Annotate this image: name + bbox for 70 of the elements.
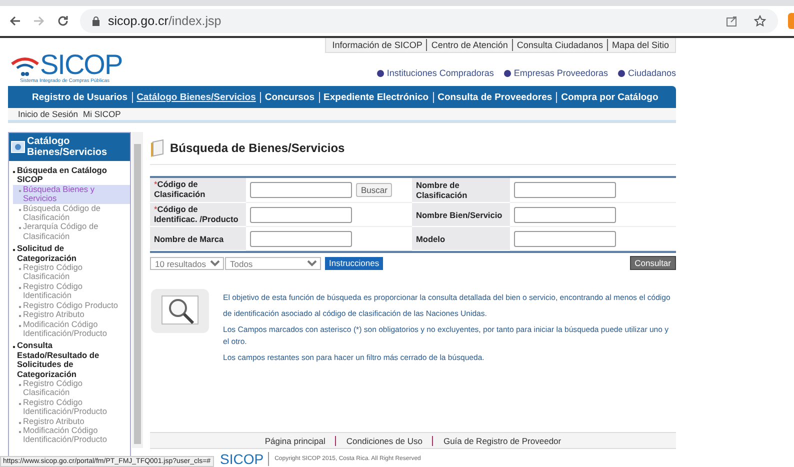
sidebar-section[interactable]: Búsqueda en Catálogo SICOP <box>17 166 117 185</box>
top-link[interactable]: Mapa del Sitio <box>606 39 673 51</box>
back-icon[interactable] <box>8 14 22 28</box>
page-title: Búsqueda de Bienes/Servicios <box>170 141 345 155</box>
bullet-icon <box>376 70 384 76</box>
extension-icon[interactable] <box>788 13 794 29</box>
nav-tab[interactable]: Consulta de Proveedores <box>432 92 556 102</box>
catalog-icon <box>11 141 25 153</box>
input-field[interactable] <box>514 182 616 198</box>
sub-link[interactable]: Mi SICOP <box>83 108 121 120</box>
sicop-logo: SICOP <box>220 452 269 466</box>
input-field[interactable] <box>250 230 352 246</box>
footer-link[interactable]: Condiciones de Uso <box>335 436 432 446</box>
search-button[interactable]: Consultar <box>630 256 676 270</box>
input-field[interactable] <box>250 182 352 198</box>
find-button[interactable]: Buscar <box>356 183 392 197</box>
field-label: *Código de Clasificación <box>150 178 246 203</box>
input-field[interactable] <box>514 230 616 246</box>
sidebar-item[interactable]: Búsqueda Bienes y Servicios <box>13 184 130 204</box>
input-field[interactable] <box>514 206 616 222</box>
sidebar-section[interactable]: Solicitud de Categorización <box>17 244 117 264</box>
nav-tab[interactable]: Concursos <box>260 92 319 102</box>
address-bar[interactable]: sicop.go.cr/index.jsp <box>80 9 778 33</box>
field-label: Nombre de Clasificación <box>412 178 510 203</box>
lock-icon <box>92 16 100 26</box>
sidebar-item[interactable]: Registro Atributo <box>13 310 130 320</box>
star-icon[interactable] <box>754 15 766 27</box>
sidebar-item[interactable]: Jerarquía Código de Clasificación <box>13 222 130 242</box>
sidebar-header: Catálogo Bienes/Servicios <box>9 133 130 161</box>
sidebar-item[interactable]: Búsqueda Código de Clasificación <box>13 204 130 222</box>
audience-link[interactable]: Instituciones Compradoras <box>386 68 494 78</box>
filter-dropdown[interactable]: Todos <box>225 256 321 270</box>
bullet-icon <box>504 70 511 76</box>
field-label: Nombre de Marca <box>150 227 246 251</box>
sidebar-item[interactable]: Registro Código Clasificación <box>13 378 130 398</box>
sidebar-item[interactable]: Registro Código Identificación/Producto <box>13 398 130 417</box>
magnifier-icon <box>151 289 209 333</box>
input-field[interactable] <box>250 206 352 222</box>
notebook-icon <box>150 139 166 157</box>
top-link[interactable]: Consulta Ciudadanos <box>512 39 607 51</box>
instructions-button[interactable]: Instrucciones <box>325 256 384 270</box>
sidebar-section[interactable]: Consulta Estado/Resultado de Solicitudes de Categorización <box>17 341 117 379</box>
sidebar-item[interactable]: Registro Código Identificación <box>13 282 130 301</box>
results-dropdown[interactable]: 10 resultados <box>150 256 224 270</box>
signal-icon <box>10 56 40 78</box>
forward-icon[interactable] <box>32 14 46 28</box>
sub-link[interactable]: Inicio de Sesión <box>18 108 78 120</box>
audience-link[interactable]: Empresas Proveedoras <box>514 68 608 78</box>
field-label: Modelo <box>412 227 510 251</box>
url-text: sicop.go.cr/index.jsp <box>108 14 222 28</box>
nav-tab[interactable]: Registro de Usuarios <box>28 92 132 102</box>
scrollbar[interactable] <box>132 132 143 448</box>
footer-link[interactable]: Página principal <box>254 436 336 446</box>
sidebar-item[interactable]: Registro Atributo <box>13 416 130 426</box>
share-icon[interactable] <box>726 15 738 27</box>
field-label: *Código de Identificac. /Producto <box>150 203 246 227</box>
sidebar-item[interactable]: Registro Código Clasificación <box>13 263 130 282</box>
nav-tab[interactable]: Compra por Catálogo <box>556 92 662 102</box>
audience-link[interactable]: Ciudadanos <box>628 68 676 78</box>
nav-tab[interactable]: Expediente Electrónico <box>318 92 433 102</box>
footer-link[interactable]: Guía de Registro de Proveedor <box>432 436 572 446</box>
nav-tab[interactable]: Catálogo Bienes/Servicios <box>132 92 260 102</box>
top-link[interactable]: Centro de Atención <box>426 39 512 51</box>
sidebar-item[interactable]: Registro Código Producto <box>13 300 130 310</box>
field-label: Nombre Bien/Servicio <box>412 203 510 227</box>
top-link[interactable]: Información de SICOP <box>328 39 426 51</box>
bullet-icon <box>618 70 625 76</box>
reload-icon[interactable] <box>56 14 70 28</box>
sidebar-item[interactable]: Modificación Código Identificación/Producto <box>13 320 130 338</box>
sidebar-item[interactable]: Modificación Código Identificación/Producto <box>13 426 130 445</box>
